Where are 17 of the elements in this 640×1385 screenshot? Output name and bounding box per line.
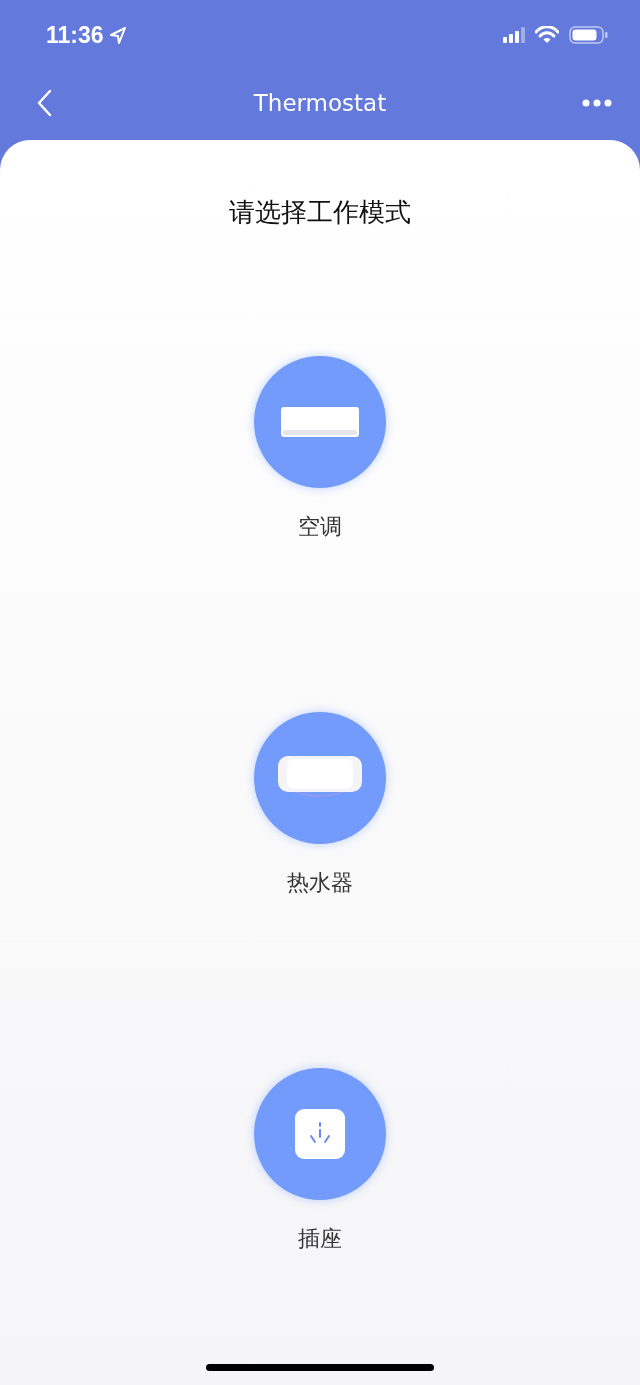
mode-prompt: 请选择工作模式 [229,196,411,229]
air-conditioner-icon [280,406,360,438]
power-socket-icon [295,1109,345,1159]
location-arrow-icon [109,26,127,44]
screen-title: Thermostat [253,90,387,116]
mode-label: 插座 [298,1225,342,1253]
mode-button[interactable] [254,356,386,488]
mode-button[interactable] [254,1068,386,1200]
battery-icon [569,26,608,44]
mode-button[interactable] [254,712,386,844]
signal-icon [503,27,525,43]
mode-label: 空调 [298,513,342,541]
more-button[interactable] [582,99,612,107]
back-button[interactable] [36,89,52,117]
wifi-icon [535,26,559,44]
status-time: 11:36 [46,21,104,49]
mode-label: 热水器 [287,869,353,897]
